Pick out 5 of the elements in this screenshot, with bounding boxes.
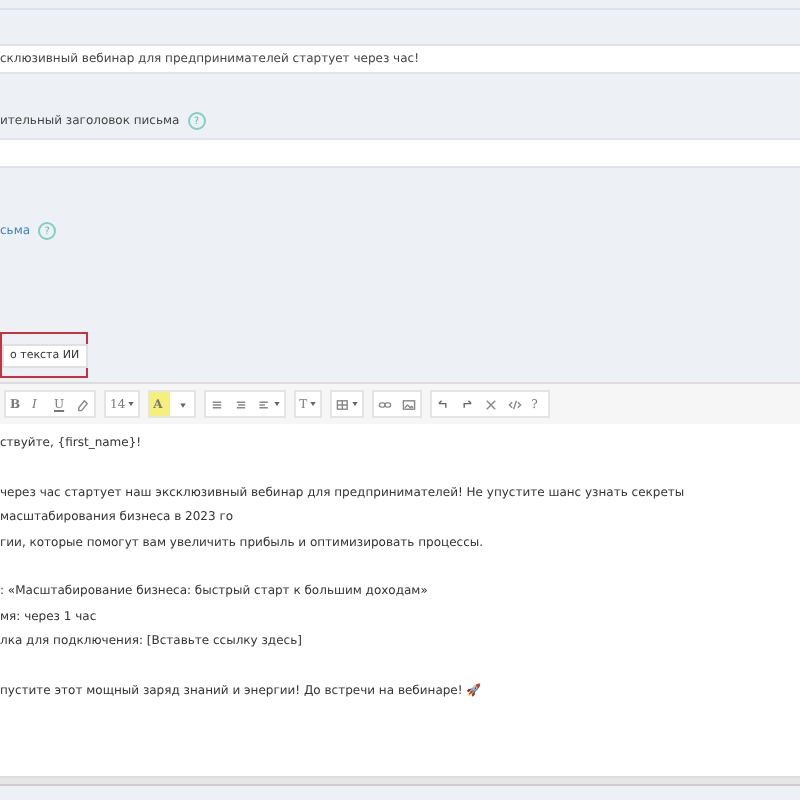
email-body-editor[interactable] xyxy=(0,424,800,776)
preheader-field[interactable] xyxy=(0,138,800,168)
table-icon xyxy=(335,397,350,411)
resize-handle[interactable] xyxy=(0,776,800,786)
align-icon xyxy=(257,397,272,411)
